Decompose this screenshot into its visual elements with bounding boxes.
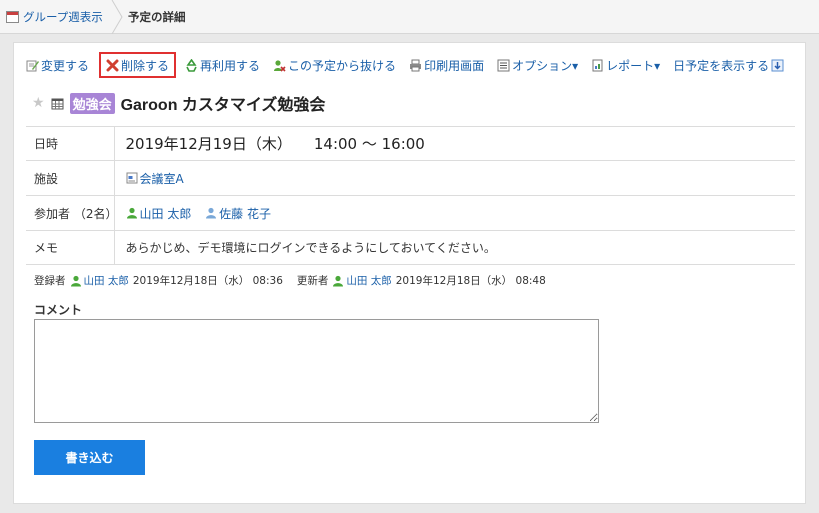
detail-row-memo: メモ あらかじめ、デモ環境にログインできるようにしておいてください。 bbox=[26, 230, 795, 265]
edit-icon bbox=[26, 59, 39, 72]
registered-user-link[interactable]: 山田 太郎 bbox=[84, 273, 129, 288]
datetime-value: 2019年12月19日（木） 14:00 〜 16:00 bbox=[126, 133, 796, 154]
options-dropdown[interactable]: オプション▾ bbox=[497, 55, 578, 75]
schedule-detail-panel: 変更する 削除する 再利用する この予定から抜ける 印刷用画面 オプション▾ レ… bbox=[13, 42, 806, 504]
reuse-button[interactable]: 再利用する bbox=[185, 55, 260, 75]
attendee-name: 佐藤 花子 bbox=[219, 206, 271, 221]
breadcrumb: グループ週表示 予定の詳細 bbox=[0, 0, 819, 34]
facility-label: 施設 bbox=[26, 160, 115, 196]
delete-x-icon bbox=[106, 59, 119, 72]
delete-button[interactable]: 削除する bbox=[99, 52, 177, 78]
detail-row-datetime: 日時 2019年12月19日（木） 14:00 〜 16:00 bbox=[26, 126, 796, 161]
attendees-label: 参加者 （2名） bbox=[26, 195, 117, 231]
delete-label: 削除する bbox=[121, 58, 170, 73]
printer-icon bbox=[409, 59, 422, 72]
download-arrow-icon bbox=[771, 59, 784, 72]
edit-button[interactable]: 変更する bbox=[26, 55, 89, 75]
updated-user-link[interactable]: 山田 太郎 bbox=[346, 273, 391, 288]
breadcrumb-parent-label[interactable]: グループ週表示 bbox=[23, 9, 103, 25]
registration-meta: 登録者 山田 太郎 2019年12月18日（水） 08:36 更新者 山田 太郎… bbox=[34, 273, 546, 288]
registered-at: 2019年12月18日（水） 08:36 bbox=[132, 275, 283, 287]
updated-at: 2019年12月18日（水） 08:48 bbox=[395, 275, 546, 287]
show-day-schedule-button[interactable]: 日予定を表示する bbox=[673, 55, 784, 75]
calendar-grid-icon bbox=[51, 97, 64, 110]
event-detail-table: 日時 2019年12月19日（木） 14:00 〜 16:00 施設 会議室A 参… bbox=[26, 126, 795, 265]
breadcrumb-separator bbox=[111, 0, 123, 34]
updated-label: 更新者 bbox=[296, 275, 329, 287]
list-icon bbox=[497, 59, 510, 72]
star-icon[interactable]: ★ bbox=[32, 95, 45, 111]
edit-label: 変更する bbox=[41, 58, 90, 73]
memo-value: あらかじめ、デモ環境にログインできるようにしておいてください。 bbox=[114, 230, 795, 265]
submit-comment-button[interactable]: 書き込む bbox=[34, 440, 145, 475]
user-leave-icon bbox=[273, 59, 286, 72]
attendee-name: 山田 太郎 bbox=[139, 206, 192, 221]
facility-icon bbox=[126, 172, 138, 184]
date-text: 2019年12月19日（木） bbox=[125, 135, 292, 153]
comment-label: コメント bbox=[34, 303, 83, 317]
leave-label: この予定から抜ける bbox=[288, 58, 397, 73]
facility-link[interactable]: 会議室A bbox=[140, 172, 184, 186]
attendee-link[interactable]: 山田 太郎 bbox=[126, 207, 196, 221]
event-title: Garoon カスタマイズ勉強会 bbox=[120, 97, 326, 114]
report-dropdown[interactable]: レポート▾ bbox=[591, 55, 660, 75]
comment-textarea[interactable] bbox=[34, 319, 599, 423]
attendee-link[interactable]: 佐藤 花子 bbox=[205, 207, 271, 221]
action-toolbar: 変更する 削除する 再利用する この予定から抜ける 印刷用画面 オプション▾ レ… bbox=[26, 52, 797, 78]
reuse-label: 再利用する bbox=[200, 58, 261, 73]
detail-row-facility: 施設 会議室A bbox=[26, 160, 795, 196]
breadcrumb-group-week-link[interactable]: グループ週表示 bbox=[6, 9, 103, 25]
user-blue-icon bbox=[205, 207, 217, 219]
print-button[interactable]: 印刷用画面 bbox=[409, 55, 484, 75]
options-label: オプション▾ bbox=[512, 58, 579, 73]
datetime-label: 日時 bbox=[26, 126, 115, 161]
report-label: レポート▾ bbox=[606, 58, 661, 73]
show-day-label: 日予定を表示する bbox=[673, 58, 770, 73]
report-icon bbox=[591, 59, 604, 72]
recycle-icon bbox=[185, 58, 198, 72]
print-label: 印刷用画面 bbox=[424, 58, 485, 73]
breadcrumb-current: 予定の詳細 bbox=[128, 10, 186, 24]
event-menu-badge: 勉強会 bbox=[69, 92, 115, 114]
event-title-row: ★ 勉強会 Garoon カスタマイズ勉強会 bbox=[32, 91, 325, 115]
calendar-icon bbox=[6, 11, 19, 23]
time-text: 14:00 〜 16:00 bbox=[313, 135, 425, 153]
registered-label: 登録者 bbox=[34, 275, 66, 287]
detail-row-attendees: 参加者 （2名） 山田 太郎 佐藤 花子 bbox=[26, 195, 795, 231]
leave-schedule-button[interactable]: この予定から抜ける bbox=[273, 55, 396, 75]
user-green-icon bbox=[70, 275, 82, 287]
memo-label: メモ bbox=[26, 230, 115, 265]
user-green-icon bbox=[126, 207, 138, 219]
user-green-icon bbox=[332, 275, 344, 287]
